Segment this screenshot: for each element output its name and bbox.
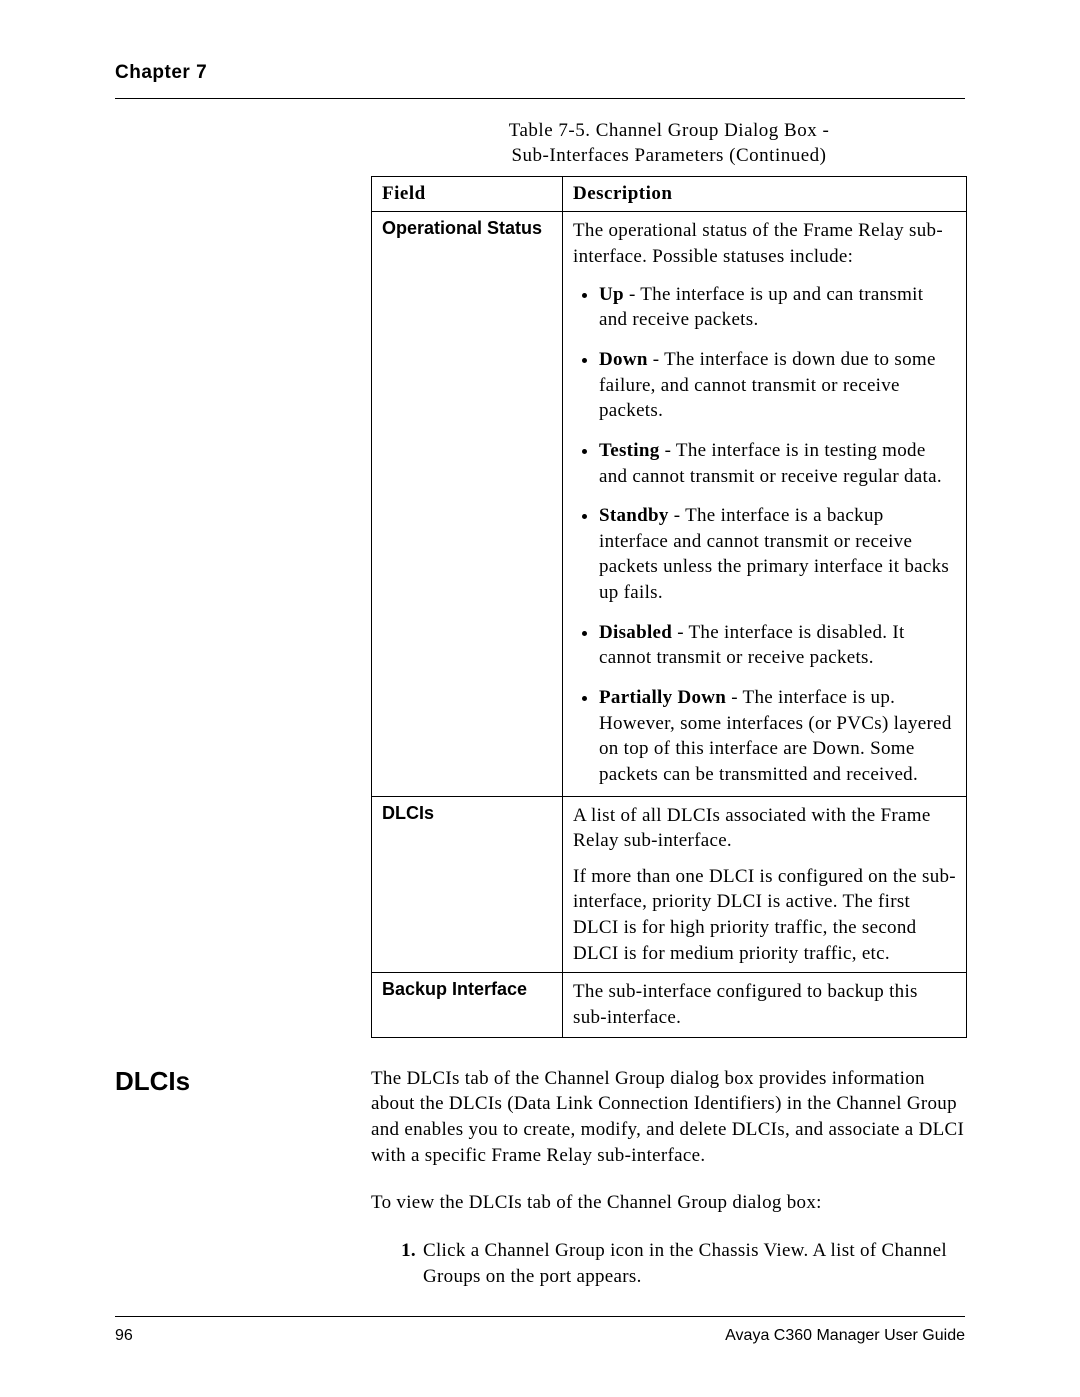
list-item: Up - The interface is up and can transmi… <box>599 282 956 333</box>
section-heading: DLCIs <box>115 1066 371 1289</box>
desc-intro: The operational status of the Frame Rela… <box>573 220 943 267</box>
desc-cell: The sub-interface configured to backup t… <box>563 973 967 1037</box>
page-number: 96 <box>115 1327 133 1345</box>
caption-line-1: Table 7-5. Channel Group Dialog Box - <box>509 120 830 141</box>
table-caption: Table 7-5. Channel Group Dialog Box - Su… <box>371 119 967 168</box>
col-description: Description <box>563 177 967 212</box>
parameters-table: Field Description Operational Status The… <box>371 176 967 1037</box>
page: Chapter 7 Table 7-5. Channel Group Dialo… <box>0 0 1080 1397</box>
chapter-header: Chapter 7 <box>115 62 965 84</box>
caption-line-2: Sub-Interfaces Parameters (Continued) <box>511 145 826 166</box>
dlcis-section: DLCIs The DLCIs tab of the Channel Group… <box>115 1066 965 1289</box>
table-header-row: Field Description <box>372 177 967 212</box>
desc-para: A list of all DLCIs associated with the … <box>573 803 956 854</box>
footer-rule <box>115 1316 965 1317</box>
desc-para: The sub-interface configured to backup t… <box>573 979 956 1030</box>
field-cell: DLCIs <box>372 796 563 973</box>
section-body: The DLCIs tab of the Channel Group dialo… <box>371 1066 965 1289</box>
list-item: Click a Channel Group icon in the Chassi… <box>421 1238 965 1289</box>
status-list: Up - The interface is up and can transmi… <box>573 282 956 788</box>
list-item: Down - The interface is down due to some… <box>599 347 956 424</box>
table-row: Operational Status The operational statu… <box>372 212 967 796</box>
steps-list: Click a Channel Group icon in the Chassi… <box>371 1238 965 1289</box>
field-cell: Backup Interface <box>372 973 563 1037</box>
list-item: Standby - The interface is a backup inte… <box>599 503 956 606</box>
col-field: Field <box>372 177 563 212</box>
desc-cell: The operational status of the Frame Rela… <box>563 212 967 796</box>
footer-line: 96 Avaya C360 Manager User Guide <box>115 1327 965 1345</box>
table-block: Table 7-5. Channel Group Dialog Box - Su… <box>371 119 967 1038</box>
list-item: Partially Down - The interface is up. Ho… <box>599 685 956 788</box>
guide-title: Avaya C360 Manager User Guide <box>725 1327 965 1345</box>
table-row: Backup Interface The sub-interface confi… <box>372 973 967 1037</box>
body-para: The DLCIs tab of the Channel Group dialo… <box>371 1066 965 1169</box>
desc-para: If more than one DLCI is configured on t… <box>573 864 956 967</box>
page-footer: 96 Avaya C360 Manager User Guide <box>115 1316 965 1345</box>
header-rule <box>115 98 965 99</box>
desc-cell: A list of all DLCIs associated with the … <box>563 796 967 973</box>
list-item: Disabled - The interface is disabled. It… <box>599 620 956 671</box>
field-cell: Operational Status <box>372 212 563 796</box>
table-row: DLCIs A list of all DLCIs associated wit… <box>372 796 967 973</box>
body-para: To view the DLCIs tab of the Channel Gro… <box>371 1190 965 1216</box>
list-item: Testing - The interface is in testing mo… <box>599 438 956 489</box>
